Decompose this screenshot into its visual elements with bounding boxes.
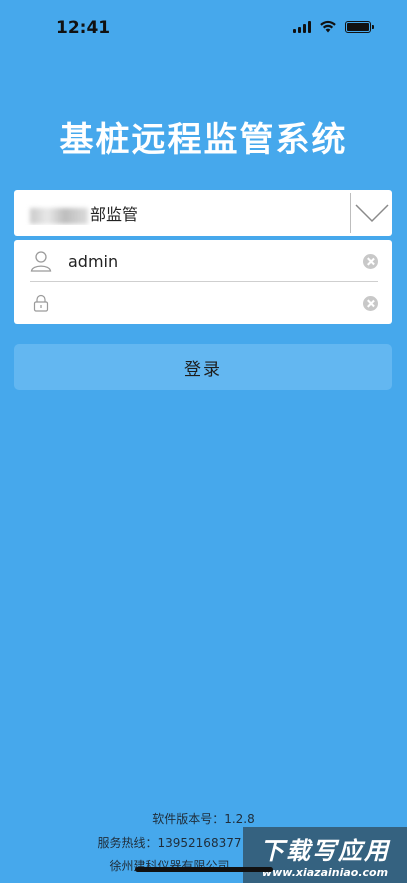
watermark-title: 下载写应用	[260, 837, 390, 865]
redacted-text	[30, 207, 88, 224]
login-button[interactable]: 登录	[14, 344, 392, 390]
unit-select-label: 部监管	[90, 205, 139, 224]
unit-select-value: 部监管	[14, 201, 350, 225]
home-indicator[interactable]	[135, 867, 273, 872]
clear-icon	[362, 295, 378, 311]
unit-select[interactable]: 部监管	[14, 190, 392, 236]
lock-icon	[14, 294, 68, 312]
dropdown-toggle[interactable]	[350, 193, 392, 233]
status-icons	[293, 20, 374, 33]
battery-icon	[345, 20, 374, 33]
clear-username-button[interactable]	[348, 253, 392, 269]
user-icon	[14, 250, 68, 272]
username-row	[14, 240, 392, 282]
cellular-signal-icon	[293, 20, 311, 33]
status-bar: 12:41	[0, 0, 407, 56]
password-row	[14, 282, 392, 324]
username-input[interactable]	[68, 251, 348, 271]
login-card	[14, 240, 392, 324]
clear-password-button[interactable]	[348, 295, 392, 311]
watermark-url: www.xiazainiao.com	[261, 866, 389, 879]
password-input[interactable]	[68, 293, 348, 313]
chevron-down-icon	[354, 204, 389, 223]
clear-icon	[362, 253, 378, 269]
watermark: 下载写应用 www.xiazainiao.com	[243, 827, 407, 883]
app-title: 基桩远程监管系统	[59, 120, 348, 160]
wifi-icon	[320, 20, 336, 33]
status-time: 12:41	[56, 18, 111, 38]
version-text: 软件版本号：1.2.8	[152, 812, 255, 826]
